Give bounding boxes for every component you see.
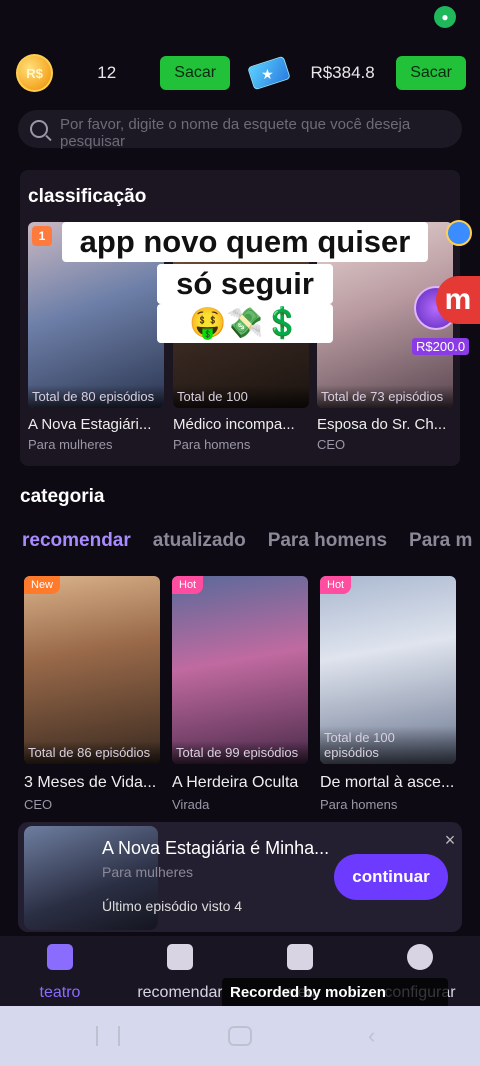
system-navigation-bar: ‹ bbox=[0, 1006, 480, 1066]
cash-amount: R$384.8 bbox=[310, 63, 375, 82]
tab-atualizado[interactable]: atualizado bbox=[153, 530, 246, 558]
search-placeholder: Por favor, digite o nome da esquete que … bbox=[60, 116, 411, 150]
star-folder-icon bbox=[287, 944, 313, 970]
nav-label: recomendar bbox=[137, 984, 223, 1001]
caption-line: só seguir bbox=[157, 264, 333, 304]
episode-count: Total de 100 episódios bbox=[320, 726, 456, 764]
tab-recomendar[interactable]: recomendar bbox=[22, 530, 131, 558]
rank-badge: 1 bbox=[32, 226, 52, 246]
back-icon[interactable]: ‹ bbox=[368, 1025, 392, 1047]
category-tabs: recomendar atualizado Para homens Para m bbox=[22, 530, 480, 558]
nav-item-recomendar[interactable]: recomendar bbox=[132, 944, 228, 1002]
play-icon bbox=[167, 944, 193, 970]
hot-badge: Hot bbox=[320, 576, 352, 594]
episode-count: Total de 86 episódios bbox=[24, 741, 160, 764]
tab-para-mulheres[interactable]: Para m bbox=[409, 530, 472, 558]
rank-category: Para homens bbox=[173, 437, 251, 452]
home-icon bbox=[47, 944, 73, 970]
continue-watching-bar[interactable]: A Nova Estagiária é Minha... Para mulher… bbox=[18, 822, 462, 932]
rank-title: Esposa do Sr. Ch... bbox=[317, 416, 447, 433]
wallet-bar: R$ 12 Sacar ★ R$384.8 Sacar bbox=[16, 52, 466, 94]
drama-category: CEO bbox=[24, 797, 53, 812]
continue-button[interactable]: continuar bbox=[334, 854, 448, 900]
recent-apps-icon[interactable] bbox=[96, 1026, 120, 1046]
continue-category: Para mulheres bbox=[102, 864, 194, 880]
tab-para-homens[interactable]: Para homens bbox=[268, 530, 387, 558]
continue-title: A Nova Estagiária é Minha... bbox=[102, 838, 330, 858]
coin-icon: R$ bbox=[16, 54, 54, 92]
rank-title: A Nova Estagiári... bbox=[28, 416, 152, 433]
clock-reward-icon[interactable] bbox=[446, 220, 472, 246]
withdraw-coin-button[interactable]: Sacar bbox=[160, 56, 231, 90]
close-icon[interactable]: × bbox=[442, 831, 458, 849]
cash-icon: ★ bbox=[247, 55, 291, 91]
caption-line: app novo quem quiser bbox=[62, 222, 428, 262]
microphone-icon: ● bbox=[434, 6, 456, 28]
caption-emoji-line: 🤑💸💲 bbox=[157, 304, 333, 343]
coin-count: 12 bbox=[97, 63, 117, 82]
nav-item-teatro[interactable]: teatro bbox=[12, 944, 108, 1002]
home-button-icon[interactable] bbox=[228, 1026, 252, 1046]
episode-count: Total de 80 episódios bbox=[28, 385, 164, 408]
drama-card[interactable]: Hot Total de 99 episódios A Herdeira Ocu… bbox=[172, 576, 308, 812]
recorder-watermark: Recorded by mobizen bbox=[222, 978, 448, 1008]
last-episode-watched: Último episódio visto 4 bbox=[102, 898, 243, 914]
classification-title: classificação bbox=[28, 186, 147, 207]
nav-label: teatro bbox=[39, 984, 81, 1001]
user-icon bbox=[407, 944, 433, 970]
rank-title: Médico incompa... bbox=[173, 416, 295, 433]
episode-count: Total de 100 bbox=[173, 385, 309, 408]
poster-image: Hot Total de 100 episódios bbox=[320, 576, 456, 764]
hot-badge: Hot bbox=[172, 576, 204, 594]
poster-image: New Total de 86 episódios bbox=[24, 576, 160, 764]
drama-category: Virada bbox=[172, 797, 210, 812]
drama-category: Para homens bbox=[320, 797, 398, 812]
drama-card[interactable]: New Total de 86 episódios 3 Meses de Vid… bbox=[24, 576, 160, 812]
episode-count: Total de 73 episódios bbox=[317, 385, 453, 408]
mobizen-m-icon[interactable]: m bbox=[436, 276, 480, 324]
withdraw-cash-button[interactable]: Sacar bbox=[396, 56, 466, 90]
drama-title: De mortal à asce... bbox=[320, 774, 455, 791]
search-input[interactable]: Por favor, digite o nome da esquete que … bbox=[18, 110, 462, 150]
episode-count: Total de 99 episódios bbox=[172, 741, 308, 764]
status-bar: ● bbox=[0, 0, 480, 40]
drama-card[interactable]: Hot Total de 100 episódios De mortal à a… bbox=[320, 576, 456, 812]
drama-title: A Herdeira Oculta bbox=[172, 774, 299, 791]
caption-overlay: app novo quem quiser só seguir 🤑💸💲 bbox=[62, 222, 428, 343]
rank-category: CEO bbox=[317, 437, 346, 452]
rank-category: Para mulheres bbox=[28, 437, 113, 452]
drama-title: 3 Meses de Vida... bbox=[24, 774, 157, 791]
new-badge: New bbox=[24, 576, 61, 594]
poster-image: Hot Total de 99 episódios bbox=[172, 576, 308, 764]
category-title: categoria bbox=[20, 486, 105, 507]
search-icon bbox=[30, 120, 48, 138]
